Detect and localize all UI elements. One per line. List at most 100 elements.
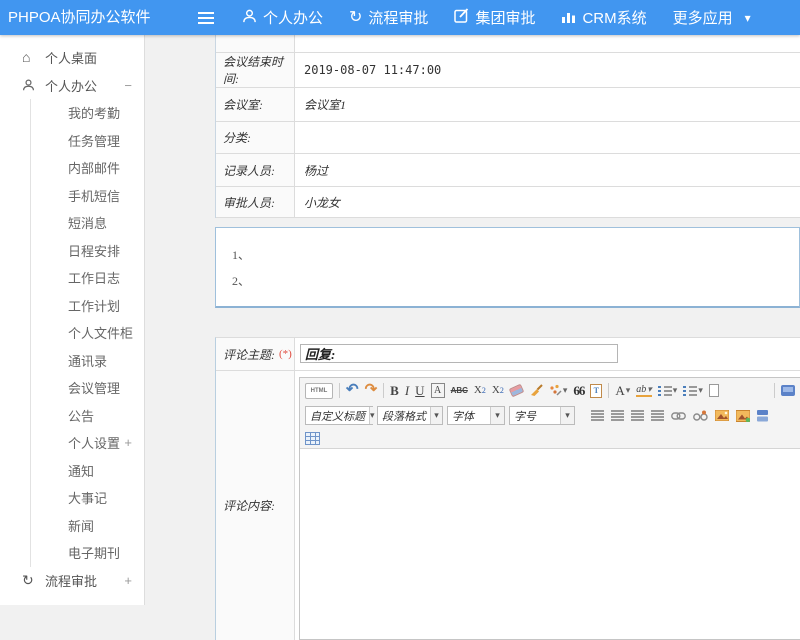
sidebar-item-label: 通知 (68, 461, 94, 480)
row-category: 分类: (216, 122, 800, 154)
nav-item-crm[interactable]: CRM系统 (561, 7, 646, 28)
nav-item-group-approval[interactable]: 集团审批 (454, 7, 535, 28)
row-meeting-room: 会议室: 会议室1 (216, 88, 800, 122)
sidebar-item-internal-mail[interactable]: 内部邮件 (31, 154, 144, 182)
sidebar-item-announcement[interactable]: 公告 (31, 402, 144, 430)
nav-item-workflow-approval[interactable]: ↻ 流程审批 (349, 7, 428, 28)
select-value: 自定义标题 (306, 408, 369, 424)
toolbar-separator (383, 383, 384, 398)
paragraph-format-select[interactable]: 段落格式 ▾ (377, 406, 443, 425)
nav-item-more-apps[interactable]: 更多应用 ▾ (673, 7, 751, 28)
remove-format-button[interactable]: A (431, 383, 445, 398)
nav-item-personal-office[interactable]: 个人办公 (242, 7, 323, 28)
app-title: PHPOA协同办公软件 (8, 0, 151, 35)
undo-button[interactable]: ↶ (346, 383, 359, 398)
row-meeting-end-time: 会议结束时间: 2019-08-07 11:47:00 (216, 53, 800, 88)
subscript-button[interactable]: X2 (492, 385, 504, 396)
align-right-icon[interactable] (631, 410, 644, 421)
eraser-icon[interactable] (509, 384, 525, 398)
blockquote-button[interactable]: 66 (573, 384, 584, 397)
sidebar-item-task-management[interactable]: 任务管理 (31, 127, 144, 155)
font-family-select[interactable]: 字体 ▾ (447, 406, 505, 425)
sidebar-item-personal-desktop[interactable]: ⌂ 个人桌面 (0, 43, 144, 71)
font-color-button[interactable]: A▾ (615, 384, 630, 397)
sidebar-item-label: 电子期刊 (68, 543, 120, 562)
insert-image-icon[interactable] (715, 410, 729, 421)
sidebar-item-contacts[interactable]: 通讯录 (31, 347, 144, 375)
sidebar-item-label: 新闻 (68, 516, 94, 535)
sidebar-item-mobile-sms[interactable]: 手机短信 (31, 182, 144, 210)
align-left-icon[interactable] (591, 410, 604, 421)
sidebar-item-schedule[interactable]: 日程安排 (31, 237, 144, 265)
italic-button[interactable]: I (405, 384, 409, 397)
new-page-icon[interactable] (709, 384, 719, 397)
row-approver: 审批人员: 小龙女 (216, 187, 800, 218)
editor-content-area[interactable] (300, 449, 800, 639)
sidebar-item-label: 大事记 (68, 488, 107, 507)
format-brush-icon[interactable] (529, 384, 543, 397)
row-value: 2019-08-07 11:47:00 (295, 53, 800, 87)
align-center-icon[interactable] (611, 410, 624, 421)
sidebar-item-personal-settings[interactable]: 个人设置 + (31, 429, 144, 457)
sidebar-item-personal-files[interactable]: 个人文件柜 (31, 319, 144, 347)
sidebar-item-label: 任务管理 (68, 131, 120, 150)
link-icon[interactable] (671, 412, 686, 420)
toolbar-separator (774, 383, 775, 398)
nav-item-label: 集团审批 (475, 7, 535, 28)
sidebar-item-memorabilia[interactable]: 大事记 (31, 484, 144, 512)
nav-item-label: 更多应用 (673, 7, 733, 28)
chevron-down-icon: ▾ (698, 386, 703, 395)
main-content: 会议结束时间: 2019-08-07 11:47:00 会议室: 会议室1 分类… (145, 35, 800, 605)
sidebar-item-personal-office[interactable]: 个人办公 − (0, 71, 144, 99)
summary-line-2: 2、 (232, 272, 799, 289)
bold-button[interactable]: B (390, 384, 399, 397)
sidebar-item-short-message[interactable]: 短消息 (31, 209, 144, 237)
hamburger-menu-icon[interactable] (198, 12, 214, 24)
editor-toolbar-row-1: HTML ↶ ↷ B I U A ABC X2 X2 (300, 378, 800, 403)
superscript-button[interactable]: X2 (474, 385, 486, 396)
underline-button[interactable]: U (415, 384, 424, 397)
align-justify-icon[interactable] (651, 410, 664, 421)
font-size-select[interactable]: 字号 ▾ (509, 406, 575, 425)
edit-icon (454, 8, 469, 27)
strikethrough-button[interactable]: ABC (451, 386, 468, 395)
sidebar-item-e-journal[interactable]: 电子期刊 (31, 539, 144, 567)
sidebar-item-notification[interactable]: 通知 (31, 457, 144, 485)
comment-subject-input[interactable] (300, 344, 618, 363)
quick-format-icon[interactable]: ▾ (549, 384, 568, 397)
sidebar-item-label: 工作计划 (68, 296, 120, 315)
collapse-icon[interactable]: − (124, 78, 132, 93)
expand-icon[interactable]: + (124, 435, 132, 450)
sidebar-item-attendance[interactable]: 我的考勤 (31, 99, 144, 127)
row-comment-content: 评论内容: HTML ↶ ↷ B I U A ABC (216, 371, 800, 640)
nav-item-label: 个人办公 (263, 7, 323, 28)
sidebar-item-news[interactable]: 新闻 (31, 512, 144, 540)
row-label: 分类: (216, 122, 295, 153)
unlink-icon[interactable] (693, 410, 708, 421)
sidebar-item-label: 个人文件柜 (68, 323, 133, 342)
fullscreen-icon[interactable] (781, 385, 795, 396)
expand-icon[interactable]: + (124, 573, 132, 588)
redo-button[interactable]: ↷ (365, 383, 378, 398)
superscript-base: X (474, 385, 482, 396)
ordered-list-button[interactable]: ▾ (658, 385, 678, 397)
insert-media-icon[interactable] (757, 410, 768, 422)
paste-from-word-icon[interactable]: T (590, 384, 602, 398)
sidebar-item-work-plan[interactable]: 工作计划 (31, 292, 144, 320)
highlight-color-button[interactable]: ab▾ (636, 385, 652, 397)
summary-line-1: 1、 (232, 246, 799, 263)
sidebar-item-workflow-approval[interactable]: ↻ 流程审批 + (0, 567, 144, 595)
insert-table-icon[interactable] (305, 432, 320, 445)
heading-style-select[interactable]: 自定义标题 ▾ (305, 406, 373, 425)
table-row-partial (216, 35, 800, 53)
sidebar-item-label: 我的考勤 (68, 103, 120, 122)
sidebar-item-work-log[interactable]: 工作日志 (31, 264, 144, 292)
row-label-cell: 评论主题: (*) (216, 338, 295, 370)
upload-image-icon[interactable] (736, 410, 750, 422)
sidebar-item-meeting-management[interactable]: 会议管理 (31, 374, 144, 402)
unordered-list-icon (683, 385, 697, 397)
html-source-button[interactable]: HTML (305, 383, 333, 399)
paste-word-letter: T (594, 386, 599, 395)
chevron-down-icon: ▾ (430, 407, 442, 424)
unordered-list-button[interactable]: ▾ (683, 385, 703, 397)
